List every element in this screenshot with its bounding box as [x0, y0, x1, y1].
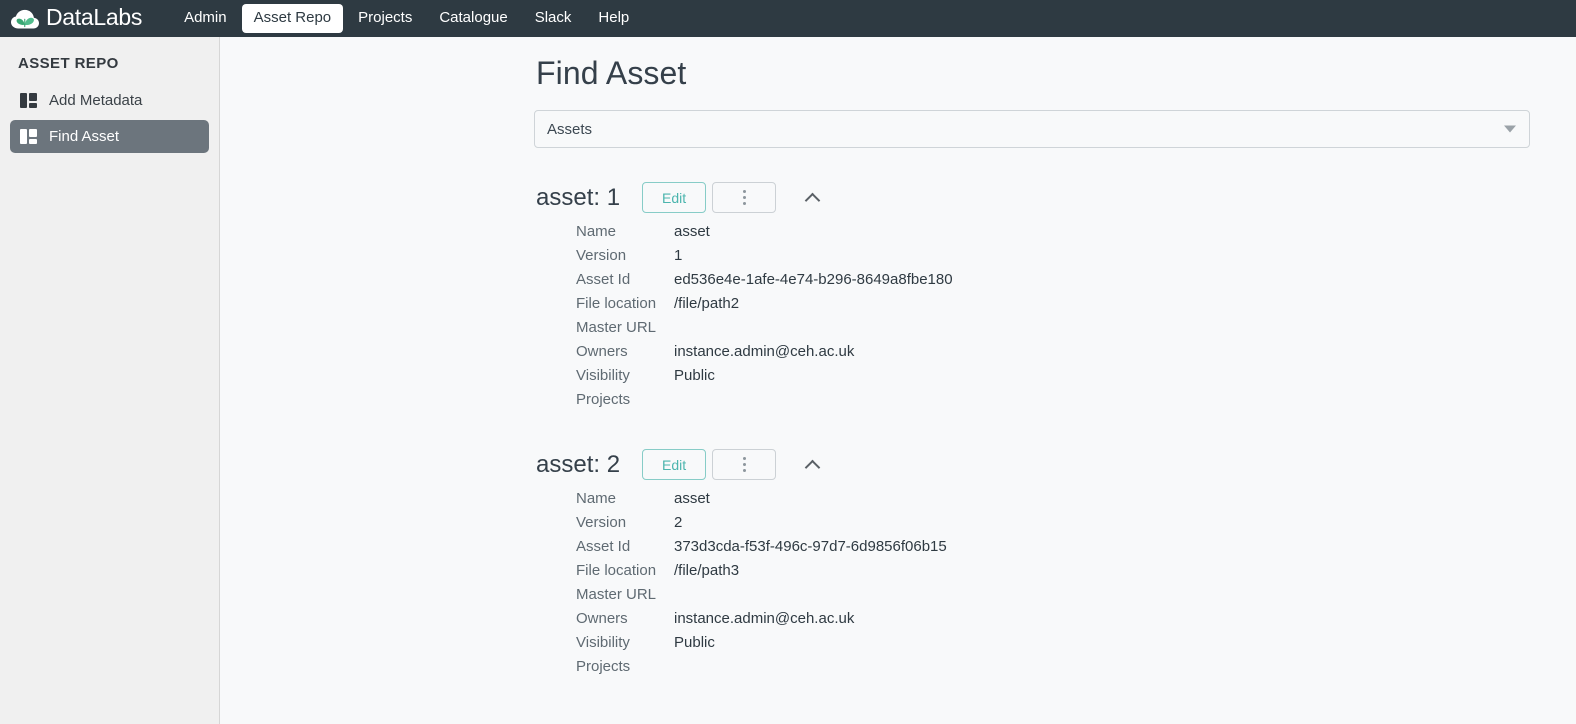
field-label: Name	[576, 490, 617, 507]
vertical-ellipsis-icon	[742, 463, 746, 466]
nav-link-catalogue[interactable]: Catalogue	[427, 4, 519, 33]
field-row-version: Version 2	[576, 514, 1530, 538]
collapse-toggle-button[interactable]	[798, 451, 826, 479]
field-label: Visibility	[576, 367, 630, 384]
field-row-projects: Projects	[576, 658, 1530, 682]
grid-icon	[20, 93, 37, 108]
asset-heading: asset: 2	[536, 450, 621, 478]
field-label: Owners	[576, 343, 628, 360]
field-value: instance.admin@ceh.ac.uk	[674, 343, 855, 360]
nav-link-projects[interactable]: Projects	[346, 4, 424, 33]
field-value: Public	[674, 367, 715, 384]
more-options-button[interactable]	[712, 182, 777, 213]
field-label: Master URL	[576, 319, 657, 336]
asset-type-select-wrapper: Assets	[534, 110, 1530, 148]
field-row-file-location: File location /file/path3	[576, 562, 1530, 586]
field-label: Version	[576, 247, 627, 264]
field-row-projects: Projects	[576, 391, 1530, 415]
page-title: Find Asset	[536, 55, 687, 91]
field-row-version: Version 1	[576, 247, 1530, 271]
field-value: ed536e4e-1afe-4e74-b296-8649a8fbe180	[674, 271, 953, 288]
asset-type-select-value: Assets	[547, 120, 593, 138]
asset-fields: Name asset Version 2 Asset Id 373d3cda-f…	[534, 490, 1530, 682]
field-value: /file/path2	[674, 295, 740, 312]
field-value: 1	[674, 247, 683, 264]
field-label: Owners	[576, 610, 628, 627]
field-label: Asset Id	[576, 271, 631, 288]
chevron-up-icon	[804, 459, 820, 475]
field-row-visibility: Visibility Public	[576, 634, 1530, 658]
edit-button[interactable]: Edit	[642, 182, 707, 213]
nav-link-admin[interactable]: Admin	[172, 4, 239, 33]
asset-fields: Name asset Version 1 Asset Id ed536e4e-1…	[534, 223, 1530, 415]
edit-button[interactable]: Edit	[642, 449, 707, 480]
field-row-name: Name asset	[576, 490, 1530, 514]
sidebar: ASSET REPO Add Metadata Find Asset	[0, 37, 220, 724]
vertical-ellipsis-icon	[742, 190, 746, 193]
field-row-file-location: File location /file/path2	[576, 295, 1530, 319]
top-navbar: DataLabs Admin Asset Repo Projects Catal…	[0, 0, 1576, 37]
page-layout: ASSET REPO Add Metadata Find Asset Find …	[0, 37, 1576, 724]
field-row-owners: Owners instance.admin@ceh.ac.uk	[576, 343, 1530, 367]
asset-header: asset: 1 Edit	[534, 182, 1530, 213]
field-label: Version	[576, 514, 627, 531]
sidebar-item-add-metadata[interactable]: Add Metadata	[10, 84, 209, 117]
vertical-ellipsis-icon	[742, 469, 746, 472]
asset-type-select[interactable]: Assets	[534, 110, 1530, 148]
field-label: File location	[576, 562, 657, 579]
field-label: File location	[576, 295, 657, 312]
cloud-leaf-logo-icon	[11, 9, 39, 28]
field-value: /file/path3	[674, 562, 740, 579]
field-value: asset	[674, 490, 710, 507]
nav-link-slack[interactable]: Slack	[523, 4, 584, 33]
grid-icon	[20, 129, 37, 144]
field-label: Master URL	[576, 586, 657, 603]
field-value: 373d3cda-f53f-496c-97d7-6d9856f06b15	[674, 538, 947, 555]
field-label: Projects	[576, 391, 631, 408]
main-content: Find Asset Assets asset: 1 Edit Name ass…	[220, 37, 1576, 724]
caret-down-icon[interactable]	[1504, 125, 1516, 133]
field-row-visibility: Visibility Public	[576, 367, 1530, 391]
field-row-name: Name asset	[576, 223, 1530, 247]
more-options-button[interactable]	[712, 449, 777, 480]
navbar-links: Admin Asset Repo Projects Catalogue Slac…	[172, 4, 641, 33]
vertical-ellipsis-icon	[742, 202, 746, 205]
field-row-asset-id: Asset Id ed536e4e-1afe-4e74-b296-8649a8f…	[576, 271, 1530, 295]
field-row-asset-id: Asset Id 373d3cda-f53f-496c-97d7-6d9856f…	[576, 538, 1530, 562]
sidebar-title: ASSET REPO	[18, 55, 119, 72]
field-label: Asset Id	[576, 538, 631, 555]
nav-link-help[interactable]: Help	[586, 4, 641, 33]
field-value: asset	[674, 223, 710, 240]
field-label: Visibility	[576, 634, 630, 651]
sidebar-item-label: Add Metadata	[49, 92, 143, 109]
brand-name: DataLabs	[46, 4, 143, 30]
field-label: Name	[576, 223, 617, 240]
field-value: Public	[674, 634, 715, 651]
collapse-toggle-button[interactable]	[798, 184, 826, 212]
field-value: 2	[674, 514, 683, 531]
field-row-master-url: Master URL	[576, 586, 1530, 610]
field-row-master-url: Master URL	[576, 319, 1530, 343]
brand-logo[interactable]: DataLabs	[10, 6, 142, 31]
vertical-ellipsis-icon	[742, 196, 746, 199]
field-row-owners: Owners instance.admin@ceh.ac.uk	[576, 610, 1530, 634]
sidebar-item-label: Find Asset	[49, 128, 120, 145]
field-value: instance.admin@ceh.ac.uk	[674, 610, 855, 627]
asset-header: asset: 2 Edit	[534, 449, 1530, 480]
asset-heading: asset: 1	[536, 183, 621, 211]
vertical-ellipsis-icon	[742, 457, 746, 460]
field-label: Projects	[576, 658, 631, 675]
asset-block: asset: 1 Edit Name asset Version 1 Asset…	[534, 182, 1530, 415]
nav-link-asset-repo[interactable]: Asset Repo	[241, 4, 344, 33]
sidebar-item-find-asset[interactable]: Find Asset	[10, 120, 209, 153]
asset-block: asset: 2 Edit Name asset Version 2 Asset…	[534, 449, 1530, 682]
chevron-up-icon	[804, 192, 820, 208]
